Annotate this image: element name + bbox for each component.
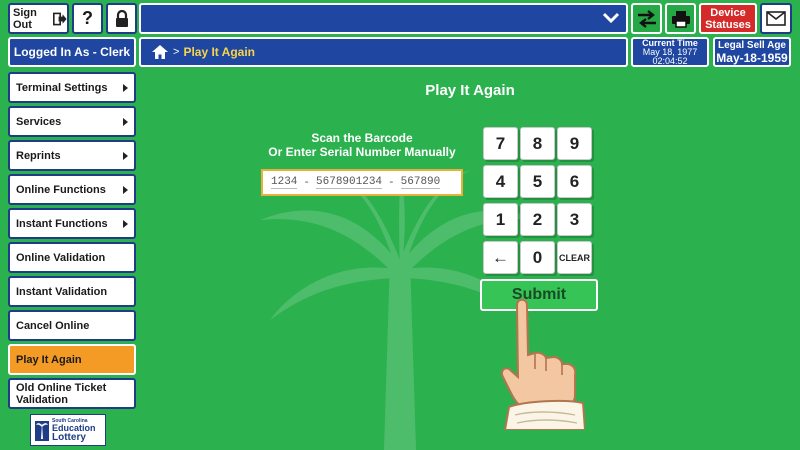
- sidebar-item-label: Instant Functions: [16, 217, 108, 230]
- sidebar-item-online-validation[interactable]: Online Validation: [8, 242, 136, 273]
- chevron-right-icon: [123, 220, 128, 228]
- sidebar-item-label: Services: [16, 115, 62, 128]
- keypad-key-0[interactable]: 0: [520, 241, 555, 274]
- page-title: Play It Again: [425, 82, 515, 99]
- lock-button[interactable]: [106, 3, 137, 34]
- sidebar-item-label: Instant Validation: [16, 285, 108, 298]
- sidebar-item-label: Online Validation: [16, 251, 106, 264]
- swap-arrows-icon: [637, 9, 656, 28]
- sign-out-icon: [52, 12, 67, 25]
- device-statuses-label: Device Statuses: [705, 6, 751, 31]
- chevron-right-icon: [123, 84, 128, 92]
- sidebar-item-online-functions[interactable]: Online Functions: [8, 174, 136, 205]
- sidebar-item-label: Old Online Ticket Validation: [16, 381, 107, 406]
- keypad-key-9[interactable]: 9: [557, 127, 592, 160]
- sidebar-item-label: Online Functions: [16, 183, 106, 196]
- lock-icon: [115, 10, 128, 27]
- serial-number-input[interactable]: 1234 - 5678901234 - 567890: [261, 169, 463, 196]
- lottery-logo: South Carolina Education Lottery: [30, 414, 106, 446]
- serial-part-3: 567890: [400, 176, 441, 189]
- sidebar-item-cancel-online[interactable]: Cancel Online: [8, 310, 136, 341]
- scan-line-2: Or Enter Serial Number Manually: [268, 145, 456, 159]
- sidebar-item-label: Terminal Settings: [16, 81, 108, 94]
- printer-icon: [671, 10, 690, 28]
- terminal-dropdown[interactable]: [139, 3, 628, 34]
- breadcrumb: > Play It Again: [139, 37, 628, 67]
- serial-part-1: 1234: [271, 176, 298, 189]
- sidebar-item-terminal-settings[interactable]: Terminal Settings: [8, 72, 136, 103]
- swap-button[interactable]: [631, 3, 662, 34]
- chevron-right-icon: [123, 118, 128, 126]
- keypad-key-3[interactable]: 3: [557, 203, 592, 236]
- keypad-key-4[interactable]: 4: [483, 165, 518, 198]
- serial-separator: -: [303, 176, 311, 189]
- serial-part-2: 5678901234: [316, 176, 383, 189]
- legal-age-box: Legal Sell Age May-18-1959: [713, 37, 791, 67]
- print-button[interactable]: [665, 3, 696, 34]
- pointing-hand-icon: [500, 298, 585, 430]
- sidebar-item-old-online-ticket-validation[interactable]: Old Online Ticket Validation: [8, 378, 136, 409]
- keypad-key-5[interactable]: 5: [520, 165, 555, 198]
- breadcrumb-current: Play It Again: [183, 45, 256, 59]
- current-time-value: 02:04:52: [652, 55, 688, 66]
- logged-in-status: Logged In As - Clerk: [8, 37, 136, 67]
- sign-out-label: Sign Out: [13, 6, 37, 31]
- device-statuses-button[interactable]: Device Statuses: [699, 3, 757, 34]
- sidebar-item-label: Reprints: [16, 149, 61, 162]
- home-icon[interactable]: [151, 44, 169, 60]
- keypad-key-6[interactable]: 6: [557, 165, 592, 198]
- scan-line-1: Scan the Barcode: [311, 131, 413, 145]
- current-time-box: Current Time May 18, 1977 02:04:52: [631, 37, 709, 67]
- legal-age-label: Legal Sell Age: [718, 39, 786, 51]
- envelope-icon: [766, 11, 786, 26]
- keypad-key-1[interactable]: 1: [483, 203, 518, 236]
- help-label: ?: [82, 8, 93, 28]
- sidebar-item-services[interactable]: Services: [8, 106, 136, 137]
- sidebar-item-label: Play It Again: [16, 353, 82, 366]
- help-button[interactable]: ?: [72, 3, 103, 34]
- sidebar-item-reprints[interactable]: Reprints: [8, 140, 136, 171]
- sidebar-item-instant-functions[interactable]: Instant Functions: [8, 208, 136, 239]
- messages-button[interactable]: [760, 3, 792, 34]
- breadcrumb-separator: >: [173, 46, 180, 58]
- logo-line-3: Lottery: [52, 431, 86, 443]
- chevron-down-icon: [602, 12, 620, 24]
- keypad-backspace-key[interactable]: ←: [483, 241, 518, 274]
- legal-age-value: May-18-1959: [716, 50, 788, 65]
- sidebar-item-instant-validation[interactable]: Instant Validation: [8, 276, 136, 307]
- keypad-key-8[interactable]: 8: [520, 127, 555, 160]
- sign-out-button[interactable]: Sign Out: [8, 3, 69, 34]
- palmetto-logo-icon: [35, 421, 49, 441]
- logged-in-label: Logged In As - Clerk: [13, 45, 131, 59]
- serial-separator: -: [388, 176, 395, 189]
- scan-instructions: Scan the Barcode Or Enter Serial Number …: [262, 131, 462, 159]
- chevron-right-icon: [123, 186, 128, 194]
- chevron-right-icon: [123, 152, 128, 160]
- sidebar-item-label: Cancel Online: [16, 319, 90, 332]
- keypad-clear-key[interactable]: CLEAR: [557, 241, 592, 274]
- keypad-key-2[interactable]: 2: [520, 203, 555, 236]
- keypad-key-7[interactable]: 7: [483, 127, 518, 160]
- sidebar-item-play-it-again[interactable]: Play It Again: [8, 344, 136, 375]
